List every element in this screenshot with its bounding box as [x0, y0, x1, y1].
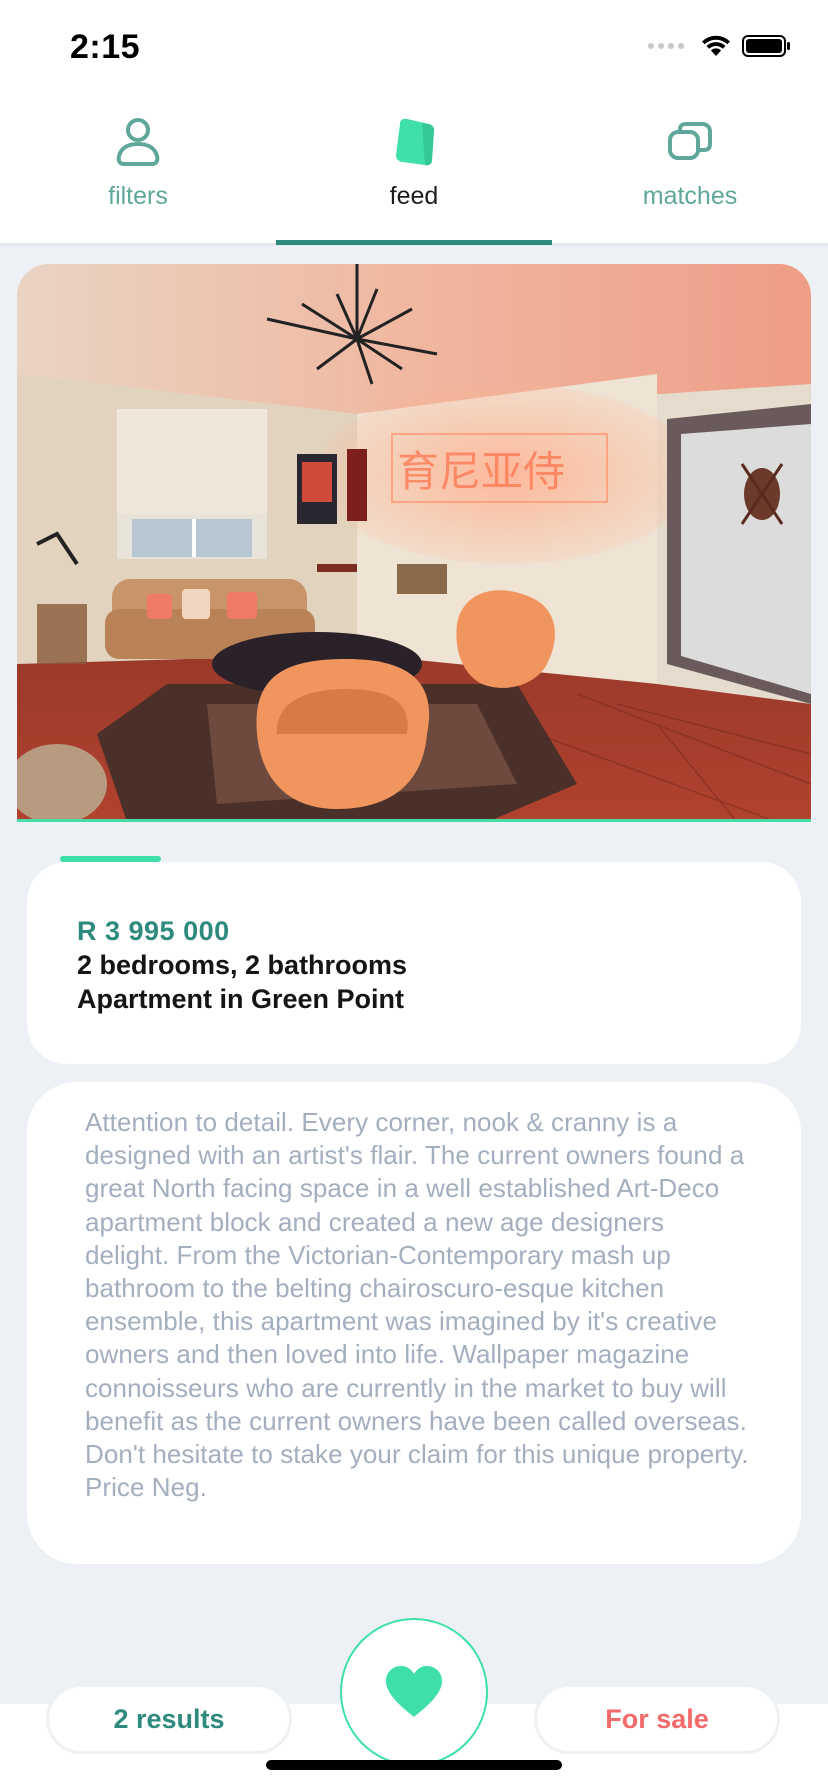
status-icons: [648, 34, 792, 58]
tab-bar: filters feed matches: [0, 100, 828, 246]
like-button[interactable]: [340, 1618, 488, 1766]
tab-matches[interactable]: matches: [552, 100, 828, 246]
listing-specs: 2 bedrooms, 2 bathrooms: [77, 950, 408, 980]
person-icon: [116, 118, 160, 166]
status-time: 2:15: [70, 28, 141, 66]
tab-filters[interactable]: filters: [0, 100, 276, 246]
listing-description: Attention to detail. Every corner, nook …: [85, 1107, 749, 1503]
tab-label: filters: [108, 182, 168, 210]
home-indicator: [266, 1760, 562, 1770]
results-count-button[interactable]: 2 results: [46, 1684, 292, 1754]
heart-icon: [386, 1666, 442, 1717]
status-bar: 2:15: [0, 0, 828, 100]
listing-description-card: Attention to detail. Every corner, nook …: [27, 1082, 801, 1564]
listing-photo[interactable]: 育尼亚侍: [17, 264, 811, 822]
cards-icon: [396, 118, 434, 166]
cellular-signal-icon: [648, 43, 684, 49]
listing-price: R 3 995 000: [77, 916, 230, 946]
battery-icon: [742, 35, 790, 57]
active-tab-indicator: [276, 240, 552, 245]
svg-text:育尼亚侍: 育尼亚侍: [397, 447, 565, 496]
tab-label: feed: [389, 182, 439, 210]
tab-feed[interactable]: feed: [276, 100, 552, 246]
for-sale-filter-button[interactable]: For sale: [534, 1684, 780, 1754]
stacked-squares-icon: [668, 122, 712, 160]
listing-summary-card: R 3 995 000 2 bedrooms, 2 bathrooms Apar…: [27, 862, 801, 1064]
listing-location: Apartment in Green Point: [77, 984, 405, 1014]
tab-label: matches: [642, 182, 738, 210]
wifi-icon: [702, 35, 730, 56]
